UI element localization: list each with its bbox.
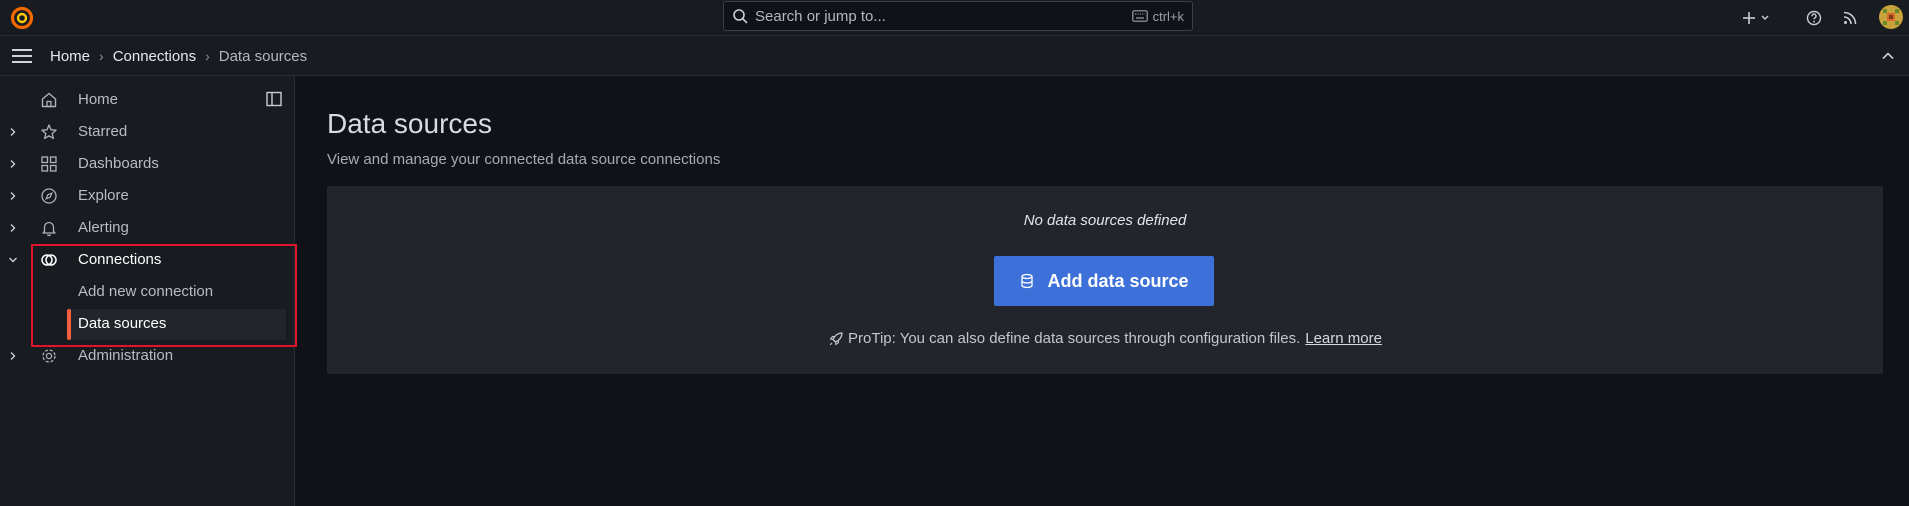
chevron-right-icon[interactable] [7,190,19,202]
sidebar-item-administration[interactable]: Administration [0,341,294,371]
database-icon [1019,273,1035,289]
breadcrumb-separator: › [205,48,210,64]
breadcrumb-current: Data sources [218,47,308,65]
breadcrumb-connections[interactable]: Connections [113,48,196,65]
chevron-right-icon[interactable] [7,350,19,362]
top-bar: Search or jump to... ctrl+k [0,0,1909,36]
learn-more-link[interactable]: Learn more [1305,330,1382,347]
page-subtitle: View and manage your connected data sour… [327,151,721,168]
keyboard-shortcut: ctrl+k [1131,8,1184,24]
sidebar-subitem-data-sources[interactable]: Data sources [0,309,294,339]
empty-state-message: No data sources defined [1023,212,1187,229]
protip-text: ProTip: You can also define data sources… [848,330,1301,347]
breadcrumb-home[interactable]: Home [50,48,90,65]
page-title: Data sources [327,108,492,139]
sidebar-item-label: Alerting [78,219,129,236]
chevron-right-icon[interactable] [7,222,19,234]
add-data-source-button[interactable]: Add data source [994,256,1214,306]
sidebar: Home Starred Dashboards Explore Alerting… [0,76,295,506]
breadcrumb-bar: Home › Connections › Data sources [0,36,1909,76]
add-data-source-label: Add data source [1047,270,1189,291]
chevron-right-icon[interactable] [7,158,19,170]
menu-hamburger-icon[interactable] [11,48,33,64]
help-icon[interactable] [1802,4,1826,32]
sidebar-item-label: Explore [78,187,129,204]
sidebar-subitem-label: Data sources [78,315,167,332]
sidebar-item-dashboards[interactable]: Dashboards [0,149,294,179]
rss-news-icon[interactable] [1838,4,1862,32]
sidebar-item-label: Starred [78,123,128,140]
keyboard-icon [1131,10,1148,22]
search-input[interactable]: Search or jump to... ctrl+k [723,1,1193,31]
sidebar-item-label: Home [78,91,119,108]
sidebar-item-label: Dashboards [78,155,159,172]
sidebar-item-home[interactable]: Home [0,85,294,115]
home-icon [40,91,58,109]
sidebar-subitem-add-new-connection[interactable]: Add new connection [0,277,294,307]
sidebar-item-label: Connections [78,251,162,268]
chevron-right-icon[interactable] [7,126,19,138]
chevron-up-icon[interactable] [1880,48,1896,64]
protip: ProTip: You can also define data sources… [327,330,1883,347]
rocket-icon [828,331,844,347]
empty-state-panel: No data sources defined Add data source … [327,186,1883,374]
search-icon [732,8,748,24]
sidebar-item-label: Administration [78,347,174,364]
compass-icon [40,187,58,205]
bell-icon [40,219,58,237]
sidebar-subitem-label: Add new connection [78,283,214,300]
breadcrumb-separator: › [99,48,104,64]
cog-icon [40,347,58,365]
shortcut-label: ctrl+k [1152,8,1184,24]
connections-icon [40,251,58,269]
breadcrumb: Home › Connections › Data sources [50,36,307,76]
sidebar-item-connections[interactable]: Connections [0,245,294,275]
user-avatar[interactable] [1879,5,1903,29]
grafana-logo-icon[interactable] [9,5,35,31]
sidebar-item-alerting[interactable]: Alerting [0,213,294,243]
sidebar-item-starred[interactable]: Starred [0,117,294,147]
new-menu-button[interactable] [1741,4,1775,32]
sidebar-item-explore[interactable]: Explore [0,181,294,211]
star-icon [40,123,58,141]
chevron-down-icon[interactable] [7,254,19,266]
search-placeholder: Search or jump to... [755,7,886,25]
apps-icon [40,155,58,173]
